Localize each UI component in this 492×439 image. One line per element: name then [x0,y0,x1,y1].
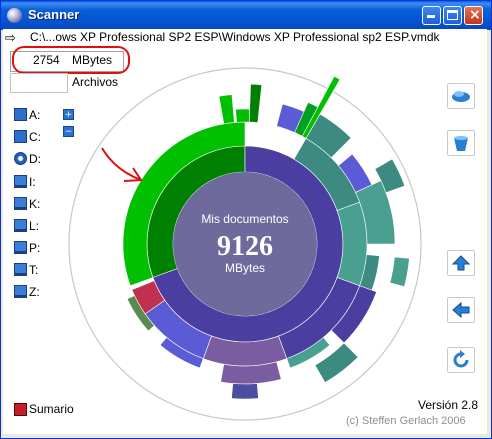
center-size-value: 9126 [217,231,273,262]
center-size-unit: MBytes [225,261,265,275]
version-text: Versión 2.8 [418,398,479,412]
sunburst-chart[interactable]: Mis documentos 9126 MBytes [0,0,492,439]
segment-folder[interactable] [235,108,251,123]
copyright-text: (c) Steffen Gerlach 2006 [346,415,466,427]
segment-folder[interactable] [231,383,259,400]
summary-icon [14,403,27,417]
center-folder-name: Mis documentos [201,212,288,226]
summary-toggle[interactable]: Sumario [14,402,74,417]
